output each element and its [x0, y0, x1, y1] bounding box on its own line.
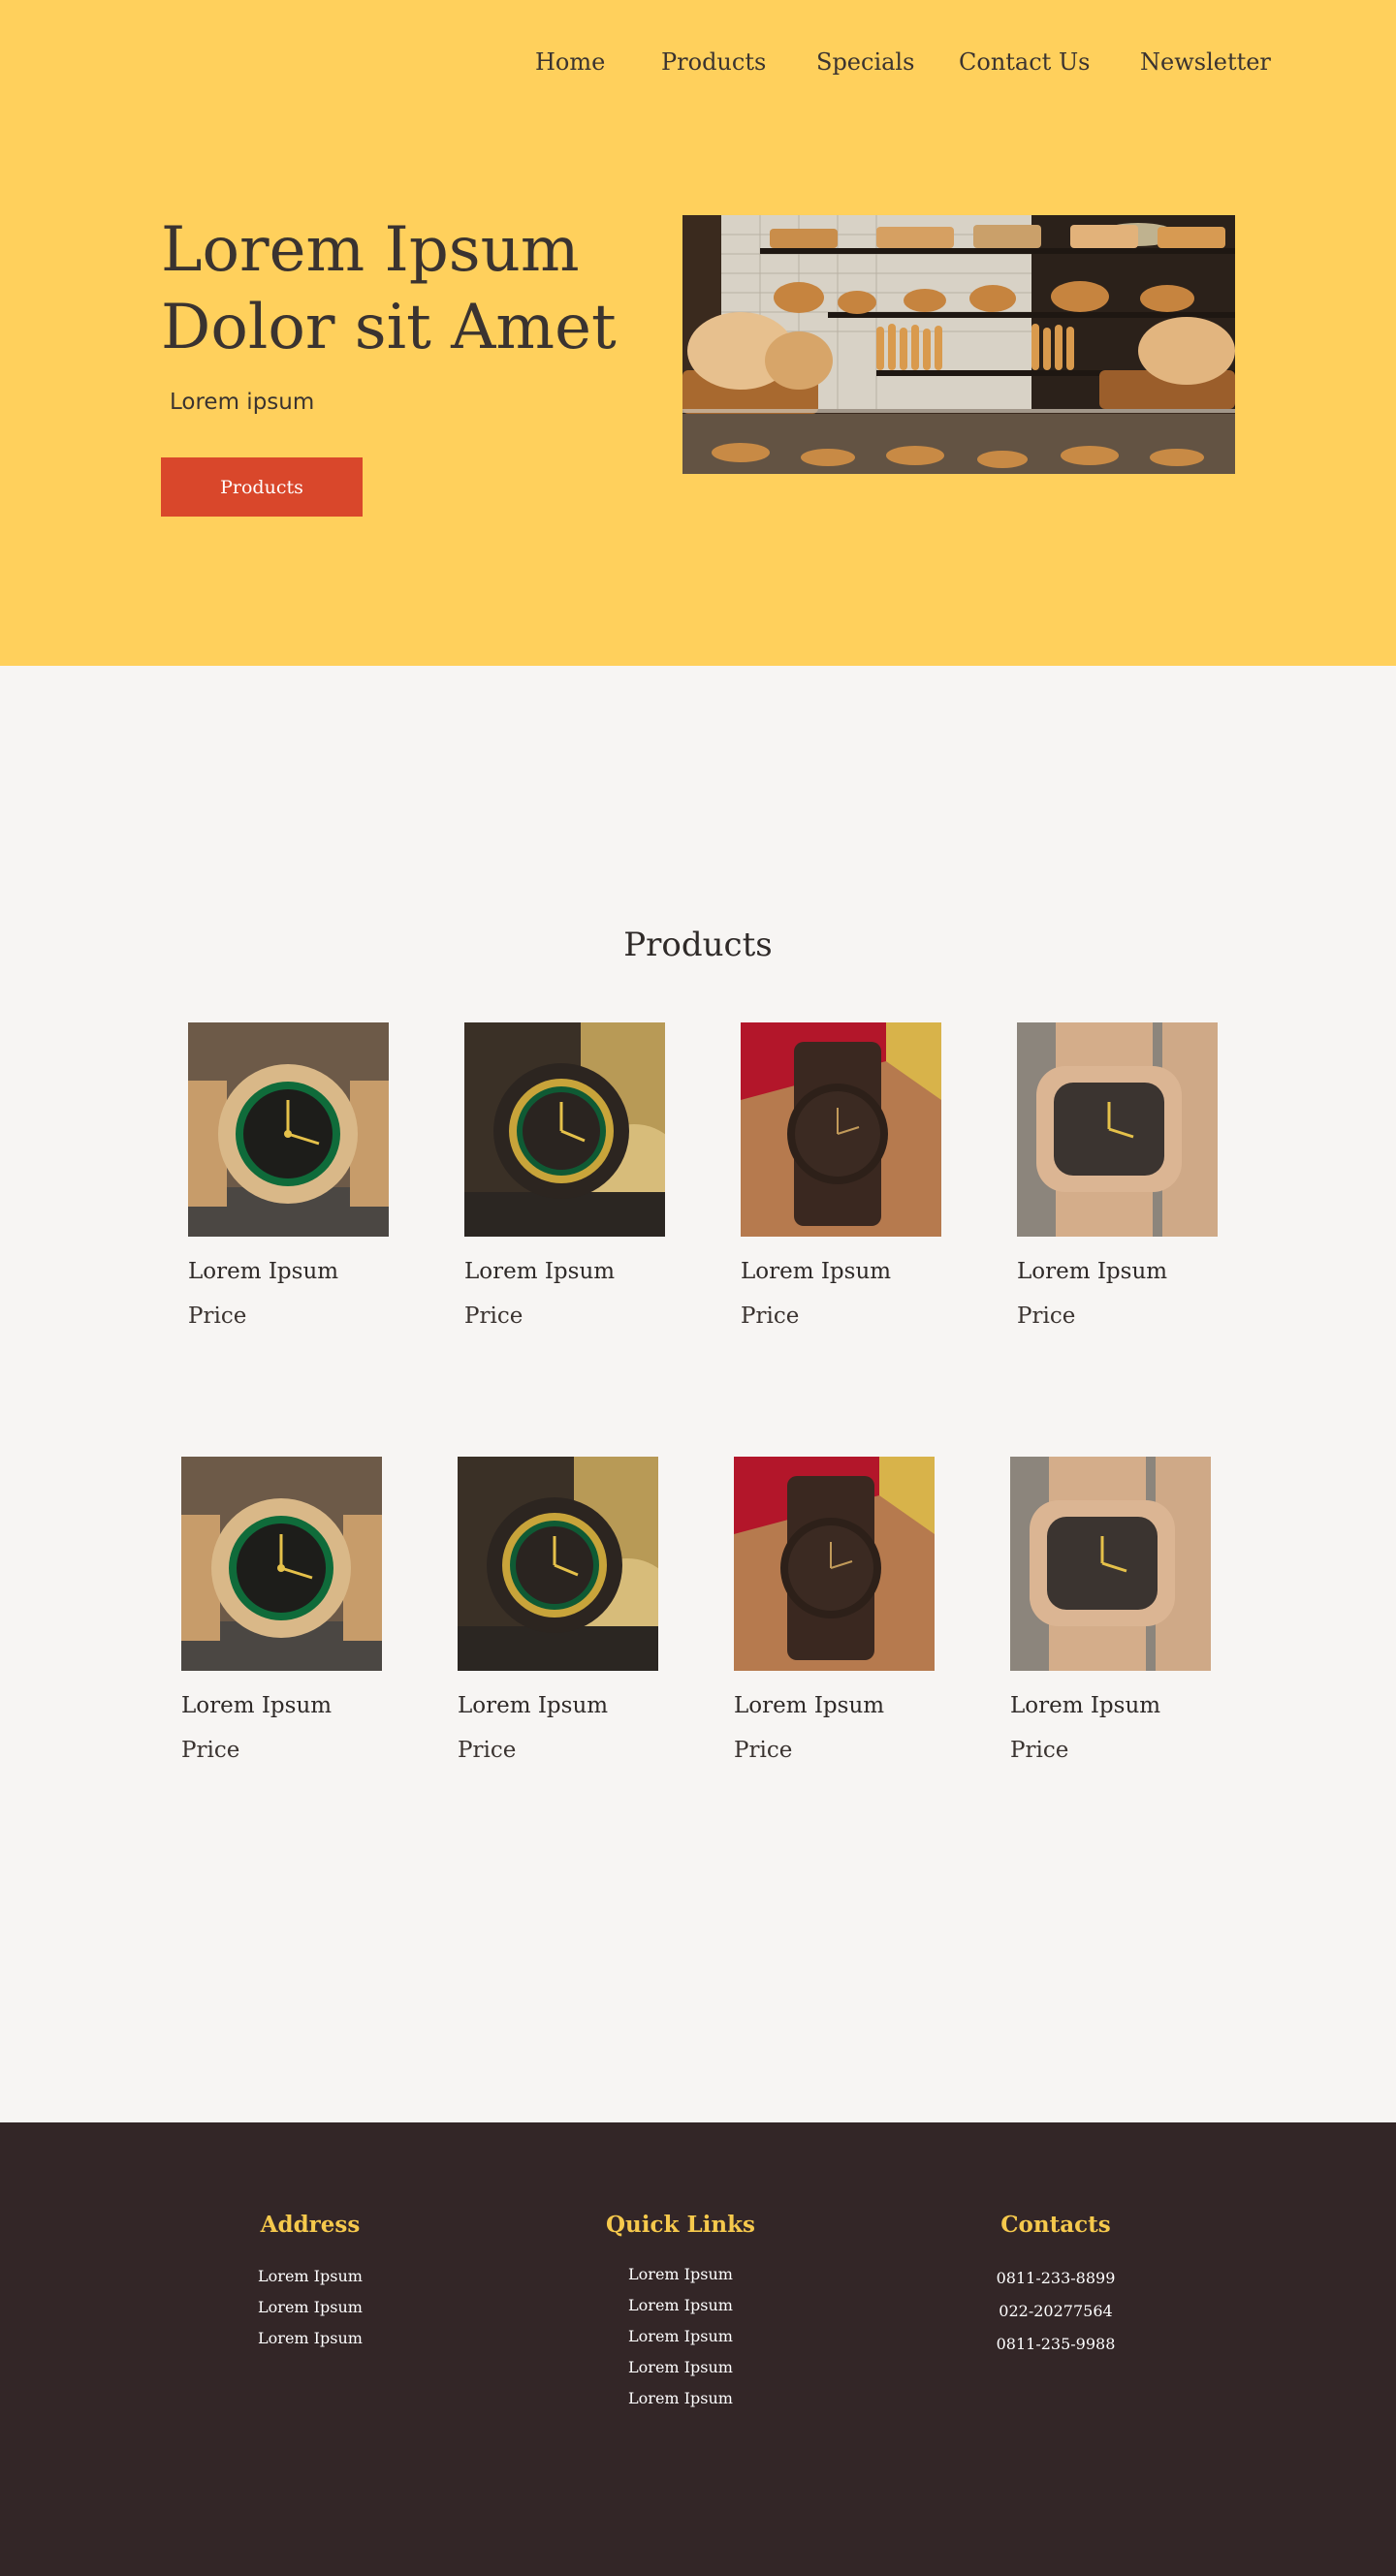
dark-wood-watch-gold-ring-image — [458, 1457, 658, 1671]
contact-phone: 0811-235-9988 — [996, 2335, 1116, 2353]
contact-phone: 0811-233-8899 — [996, 2269, 1116, 2287]
dark-wood-watch-on-wrist-image — [734, 1457, 935, 1671]
address-line: Lorem Ipsum — [258, 2267, 363, 2285]
products-heading: Products — [623, 926, 773, 964]
nav-newsletter[interactable]: Newsletter — [1140, 48, 1271, 76]
product-price: Price — [1017, 1304, 1076, 1329]
product-name: Lorem Ipsum — [188, 1259, 339, 1284]
product-name: Lorem Ipsum — [181, 1693, 333, 1718]
maple-wood-square-watch-image — [1017, 1022, 1218, 1237]
bakery-image — [682, 215, 1235, 474]
product-price: Price — [181, 1738, 240, 1763]
site-footer: Address Lorem Ipsum Lorem Ipsum Lorem Ip… — [0, 2122, 1396, 2576]
product-price: Price — [458, 1738, 517, 1763]
contact-phone: 022-20277564 — [999, 2302, 1113, 2320]
quick-link[interactable]: Lorem Ipsum — [628, 2296, 733, 2314]
quick-link[interactable]: Lorem Ipsum — [628, 2327, 733, 2345]
nav-specials[interactable]: Specials — [816, 48, 914, 76]
dark-wood-watch-gold-ring-image — [464, 1022, 665, 1237]
footer-address-list: Lorem Ipsum Lorem Ipsum Lorem Ipsum — [213, 2267, 407, 2360]
quick-link[interactable]: Lorem Ipsum — [628, 2265, 733, 2283]
hero-section: Home Products Specials Contact Us Newsle… — [0, 0, 1396, 666]
nav-products[interactable]: Products — [661, 48, 766, 76]
product-name: Lorem Ipsum — [741, 1259, 892, 1284]
footer-quick-links-list: Lorem Ipsum Lorem Ipsum Lorem Ipsum Lore… — [584, 2265, 777, 2420]
product-price: Price — [1010, 1738, 1069, 1763]
product-name: Lorem Ipsum — [464, 1259, 616, 1284]
quick-link[interactable]: Lorem Ipsum — [628, 2358, 733, 2376]
product-name: Lorem Ipsum — [458, 1693, 609, 1718]
product-card[interactable]: Lorem Ipsum Price — [464, 1022, 665, 1329]
products-section: Products Lorem Ipsum Price Lorem Ipsum P… — [0, 666, 1396, 2122]
footer-quick-links-column: Quick Links Lorem Ipsum Lorem Ipsum Lore… — [584, 2212, 777, 2420]
footer-quick-links-heading: Quick Links — [606, 2212, 755, 2238]
hero-products-button[interactable]: Products — [161, 457, 363, 517]
wood-watch-green-dial-image — [181, 1457, 382, 1671]
product-name: Lorem Ipsum — [1010, 1693, 1161, 1718]
hero-subtitle: Lorem ipsum — [170, 390, 315, 415]
quick-link[interactable]: Lorem Ipsum — [628, 2389, 733, 2407]
wood-watch-green-dial-image — [188, 1022, 389, 1237]
product-price: Price — [741, 1304, 800, 1329]
maple-wood-square-watch-image — [1010, 1457, 1211, 1671]
product-name: Lorem Ipsum — [734, 1693, 885, 1718]
nav-home[interactable]: Home — [535, 48, 605, 76]
product-card[interactable]: Lorem Ipsum Price — [181, 1457, 382, 1763]
product-name: Lorem Ipsum — [1017, 1259, 1168, 1284]
product-price: Price — [464, 1304, 524, 1329]
dark-wood-watch-on-wrist-image — [741, 1022, 941, 1237]
footer-address-heading: Address — [260, 2212, 361, 2238]
product-card[interactable]: Lorem Ipsum Price — [458, 1457, 658, 1763]
product-price: Price — [188, 1304, 247, 1329]
nav-contact-us[interactable]: Contact Us — [959, 48, 1090, 76]
footer-contacts-column: Contacts 0811-233-8899 022-20277564 0811… — [959, 2212, 1153, 2368]
product-card[interactable]: Lorem Ipsum Price — [741, 1022, 941, 1329]
product-card[interactable]: Lorem Ipsum Price — [734, 1457, 935, 1763]
footer-contacts-list: 0811-233-8899 022-20277564 0811-235-9988 — [959, 2269, 1153, 2368]
address-line: Lorem Ipsum — [258, 2329, 363, 2347]
product-card[interactable]: Lorem Ipsum Price — [1010, 1457, 1211, 1763]
product-price: Price — [734, 1738, 793, 1763]
product-card[interactable]: Lorem Ipsum Price — [188, 1022, 389, 1329]
footer-address-column: Address Lorem Ipsum Lorem Ipsum Lorem Ip… — [213, 2212, 407, 2360]
address-line: Lorem Ipsum — [258, 2298, 363, 2316]
footer-contacts-heading: Contacts — [1000, 2212, 1111, 2238]
hero-title: Lorem Ipsum Dolor sit Amet — [161, 214, 617, 363]
product-card[interactable]: Lorem Ipsum Price — [1017, 1022, 1218, 1329]
